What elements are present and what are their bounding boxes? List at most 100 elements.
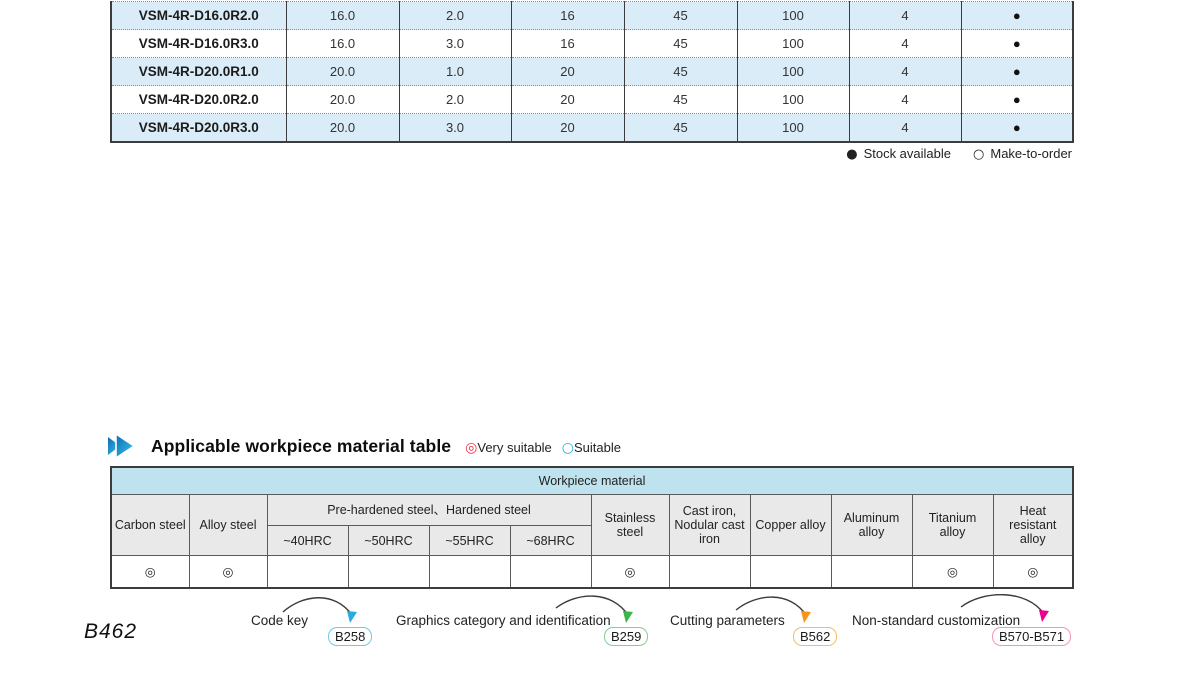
arrow-line-non-standard [961, 595, 1044, 614]
rating-stainless: ◎ [591, 556, 669, 589]
value-cell: 45 [624, 2, 737, 30]
footnote-non-standard: Non-standard customization [852, 613, 1020, 628]
value-cell: 100 [737, 114, 849, 143]
footnote-code-key: Code key [251, 613, 308, 628]
stock-available-label: Stock available [864, 146, 951, 161]
header-stainless-steel: Stainless steel [591, 495, 669, 556]
value-cell: 45 [624, 58, 737, 86]
rating-heat-resistant: ◎ [993, 556, 1073, 589]
header-hardened-group: Pre-hardened steel、Hardened steel [267, 495, 591, 526]
value-cell: 20.0 [286, 58, 399, 86]
arrow-head-cutting-icon [801, 611, 811, 623]
value-cell: 4 [849, 114, 961, 143]
rating-carbon: ◎ [111, 556, 189, 589]
header-hrc-50: ~50HRC [348, 526, 429, 556]
page-ref-badge-b258: B258 [328, 627, 372, 646]
footnote-cutting-parameters: Cutting parameters [670, 613, 785, 628]
header-cast-iron: Cast iron, Nodular cast iron [669, 495, 750, 556]
value-cell: 16.0 [286, 30, 399, 58]
page-ref-badge-b259: B259 [604, 627, 648, 646]
value-cell: 100 [737, 86, 849, 114]
product-row: VSM-4R-D20.0R1.0 20.0 1.0 20 45 100 4 ● [111, 58, 1073, 86]
header-heat-resistant-alloy: Heat resistant alloy [993, 495, 1073, 556]
arrow-head-graphics-icon [623, 611, 633, 623]
stock-dot-icon: ● [961, 30, 1073, 58]
rating-hrc-40 [267, 556, 348, 589]
model-cell: VSM-4R-D20.0R2.0 [111, 86, 286, 114]
value-cell: 4 [849, 58, 961, 86]
value-cell: 45 [624, 30, 737, 58]
value-cell: 1.0 [399, 58, 511, 86]
product-table: VSM-4R-D16.0R2.0 16.0 2.0 16 45 100 4 ● … [110, 1, 1074, 143]
value-cell: 100 [737, 58, 849, 86]
model-cell: VSM-4R-D16.0R2.0 [111, 2, 286, 30]
value-cell: 20.0 [286, 86, 399, 114]
value-cell: 100 [737, 30, 849, 58]
header-aluminum-alloy: Aluminum alloy [831, 495, 912, 556]
workpiece-material-banner: Workpiece material [111, 467, 1073, 495]
value-cell: 3.0 [399, 30, 511, 58]
value-cell: 100 [737, 2, 849, 30]
value-cell: 2.0 [399, 86, 511, 114]
catalog-page: VSM-4R-D16.0R2.0 16.0 2.0 16 45 100 4 ● … [0, 0, 1185, 687]
value-cell: 20 [511, 114, 624, 143]
rating-row: ◎ ◎ ◎ ◎ ◎ [111, 556, 1073, 589]
rating-cast-iron [669, 556, 750, 589]
model-cell: VSM-4R-D20.0R1.0 [111, 58, 286, 86]
product-row: VSM-4R-D20.0R3.0 20.0 3.0 20 45 100 4 ● [111, 114, 1073, 143]
page-number: B462 [84, 620, 137, 644]
material-legend: ◎Very suitable ○Suitable [465, 440, 621, 456]
page-ref-badge-b570-b571: B570-B571 [992, 627, 1071, 646]
value-cell: 45 [624, 86, 737, 114]
rating-copper [750, 556, 831, 589]
value-cell: 20 [511, 58, 624, 86]
rating-hrc-55 [429, 556, 510, 589]
value-cell: 16 [511, 2, 624, 30]
make-to-order-circle-icon: ○ [973, 147, 984, 162]
value-cell: 20 [511, 86, 624, 114]
product-row: VSM-4R-D16.0R2.0 16.0 2.0 16 45 100 4 ● [111, 2, 1073, 30]
rating-titanium: ◎ [912, 556, 993, 589]
value-cell: 3.0 [399, 114, 511, 143]
model-cell: VSM-4R-D16.0R3.0 [111, 30, 286, 58]
value-cell: 4 [849, 30, 961, 58]
stock-dot-icon: ● [961, 114, 1073, 143]
stock-legend: ● Stock available ○ Make-to-order [110, 146, 1072, 162]
very-suitable-label: Very suitable [477, 440, 551, 455]
value-cell: 16.0 [286, 2, 399, 30]
header-hrc-68: ~68HRC [510, 526, 591, 556]
stock-filled-circle-icon: ● [846, 147, 857, 162]
stock-dot-icon: ● [961, 86, 1073, 114]
page-ref-badge-b562: B562 [793, 627, 837, 646]
header-carbon-steel: Carbon steel [111, 495, 189, 556]
rating-hrc-50 [348, 556, 429, 589]
stock-dot-icon: ● [961, 2, 1073, 30]
suitable-icon: ○ [562, 440, 574, 456]
product-row: VSM-4R-D16.0R3.0 16.0 3.0 16 45 100 4 ● [111, 30, 1073, 58]
header-hrc-55: ~55HRC [429, 526, 510, 556]
header-copper-alloy: Copper alloy [750, 495, 831, 556]
footnote-graphics-category: Graphics category and identification [396, 613, 611, 628]
material-section-header: Applicable workpiece material table ◎Ver… [107, 433, 621, 459]
very-suitable-icon: ◎ [465, 440, 477, 456]
value-cell: 4 [849, 2, 961, 30]
rating-alloy: ◎ [189, 556, 267, 589]
value-cell: 4 [849, 86, 961, 114]
header-alloy-steel: Alloy steel [189, 495, 267, 556]
suitable-label: Suitable [574, 440, 621, 455]
make-to-order-label: Make-to-order [990, 146, 1072, 161]
double-arrow-icon [107, 433, 141, 459]
model-cell: VSM-4R-D20.0R3.0 [111, 114, 286, 143]
section-title: Applicable workpiece material table [151, 436, 451, 457]
stock-dot-icon: ● [961, 58, 1073, 86]
value-cell: 2.0 [399, 2, 511, 30]
value-cell: 45 [624, 114, 737, 143]
rating-aluminum [831, 556, 912, 589]
arrow-head-non-standard-icon [1039, 610, 1049, 622]
rating-hrc-68 [510, 556, 591, 589]
value-cell: 16 [511, 30, 624, 58]
arrow-head-code-key-icon [347, 611, 357, 623]
header-hrc-40: ~40HRC [267, 526, 348, 556]
header-titanium-alloy: Titanium alloy [912, 495, 993, 556]
value-cell: 20.0 [286, 114, 399, 143]
